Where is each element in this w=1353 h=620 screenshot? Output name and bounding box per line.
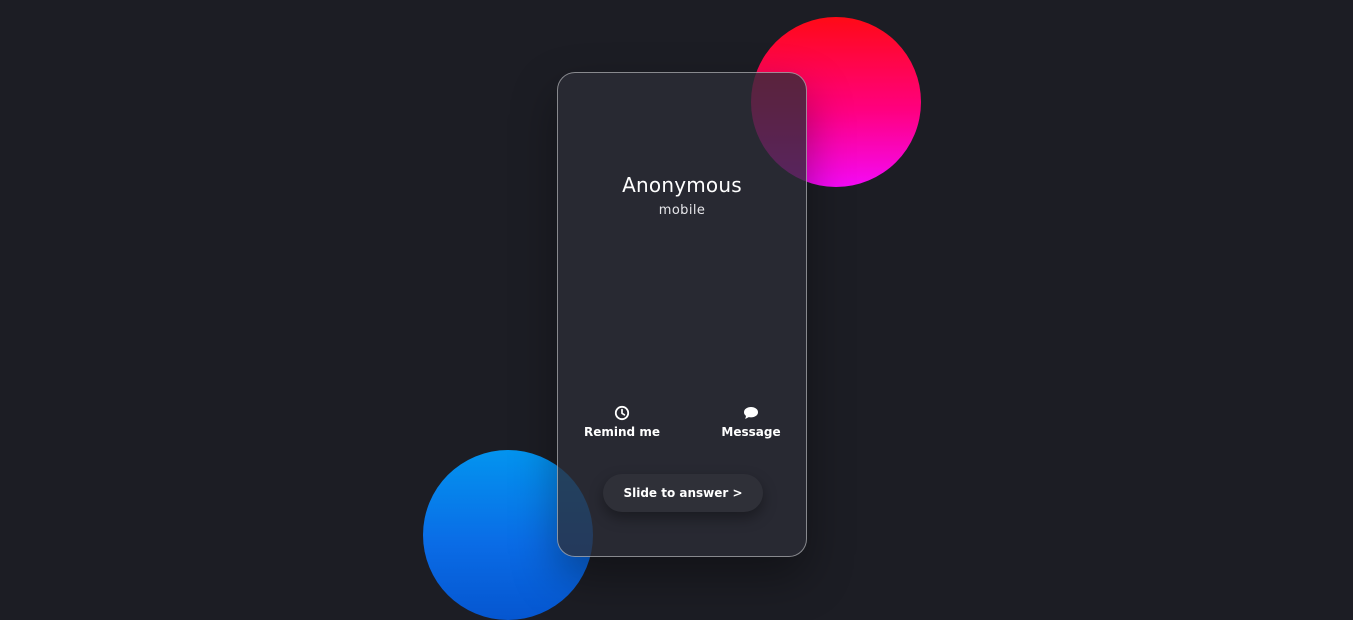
caller-type: mobile: [658, 203, 706, 218]
message-button[interactable]: Message: [701, 405, 801, 439]
message-label: Message: [721, 425, 781, 439]
caller-name: Anonymous: [622, 173, 742, 197]
remind-me-button[interactable]: Remind me: [572, 405, 672, 439]
remind-me-label: Remind me: [584, 425, 660, 439]
clock-icon: [572, 405, 672, 421]
incoming-call-card: Anonymous mobile Remind me Message Slide…: [557, 72, 807, 557]
chat-bubble-icon: [701, 405, 801, 421]
slide-to-answer-button[interactable]: Slide to answer >: [603, 474, 763, 512]
